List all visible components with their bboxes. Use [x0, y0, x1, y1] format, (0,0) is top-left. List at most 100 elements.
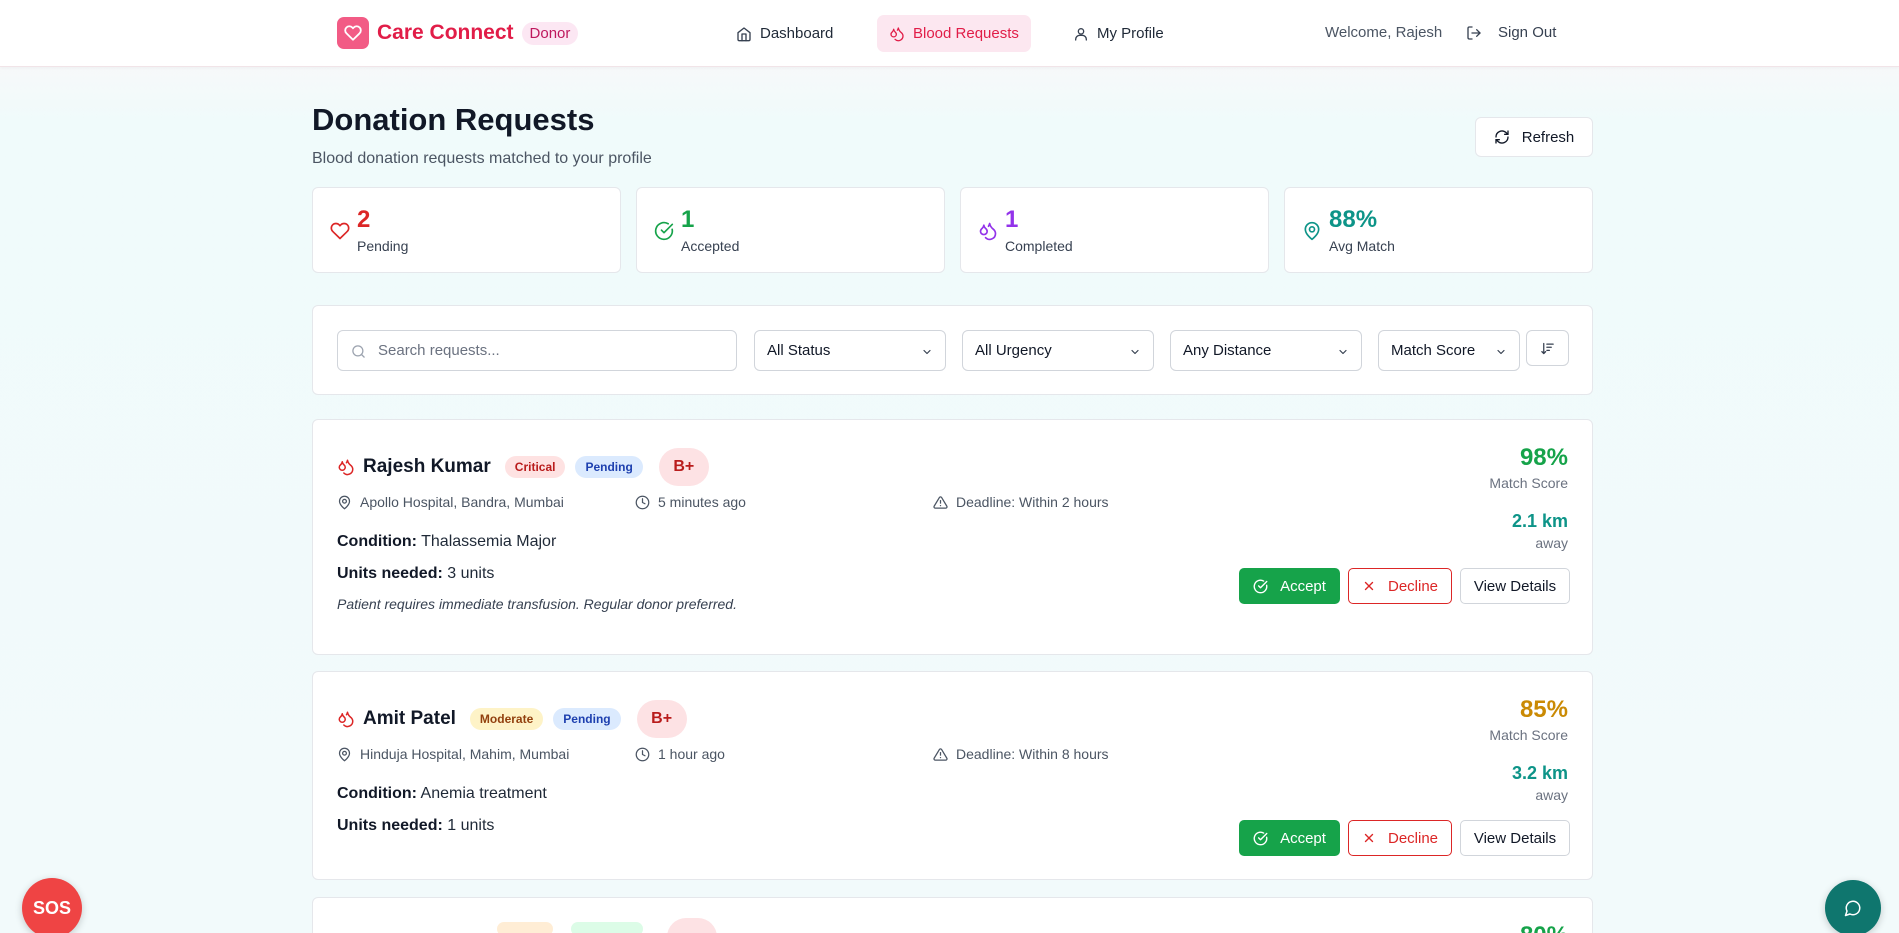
distance-label: away — [1535, 535, 1568, 551]
welcome-text: Welcome, Rajesh — [1325, 24, 1443, 41]
deadline: Deadline: Within 2 hours — [933, 494, 1109, 510]
accept-button[interactable]: Accept — [1239, 820, 1340, 856]
decline-label: Decline — [1387, 577, 1439, 595]
request-card: 80% — [312, 897, 1593, 933]
blood-group-badge: B+ — [636, 700, 687, 738]
refresh-button[interactable]: Refresh — [1475, 117, 1593, 157]
droplets-icon — [338, 459, 354, 476]
time-posted: 1 hour ago — [635, 746, 725, 762]
condition-value: Thalassemia Major — [421, 533, 557, 550]
stat-label: Pending — [357, 238, 409, 254]
chevron-down-icon — [923, 349, 931, 355]
units-needed: Units needed: 1 units — [337, 817, 494, 835]
user-icon — [1075, 27, 1087, 41]
heart-icon — [330, 222, 350, 240]
blood-group-badge — [667, 918, 717, 933]
chat-bubble-icon — [1844, 900, 1861, 917]
home-icon — [737, 26, 751, 41]
view-details-button[interactable]: View Details — [1460, 820, 1570, 856]
alert-triangle-icon — [933, 495, 948, 509]
stat-label: Completed — [1005, 238, 1073, 254]
droplets-icon — [979, 222, 997, 241]
urgency-select-value: All Urgency — [975, 342, 1052, 359]
heart-logo-icon — [337, 17, 369, 49]
decline-button[interactable]: Decline — [1348, 820, 1452, 856]
accept-button[interactable]: Accept — [1239, 568, 1340, 604]
sign-out-button[interactable]: Sign Out — [1466, 24, 1556, 41]
stat-value: 1 — [1005, 206, 1019, 233]
nav-label: Dashboard — [760, 25, 834, 42]
match-score: 80% — [1520, 922, 1568, 933]
urgency-badge: Moderate — [469, 708, 544, 730]
droplet-icon — [890, 26, 904, 41]
view-details-label: View Details — [1473, 829, 1557, 847]
page-title: Donation Requests — [312, 102, 595, 137]
clock-icon — [635, 747, 650, 761]
request-header: Amit Patel Moderate Pending B+ — [337, 700, 687, 738]
units-label: Units needed: — [337, 817, 443, 834]
chat-button[interactable] — [1825, 880, 1881, 933]
droplets-icon — [338, 711, 354, 728]
condition: Condition: Anemia treatment — [337, 785, 547, 803]
stat-label: Accepted — [681, 238, 740, 254]
status-select[interactable]: All Status — [754, 330, 946, 371]
refresh-icon — [1495, 130, 1509, 144]
check-circle-icon — [654, 221, 674, 241]
sign-out-label: Sign Out — [1498, 24, 1557, 41]
refresh-label: Refresh — [1521, 128, 1575, 146]
decline-button[interactable]: Decline — [1348, 568, 1452, 604]
accept-label: Accept — [1280, 577, 1326, 595]
check-circle-icon — [1253, 579, 1268, 593]
chevron-down-icon — [1497, 349, 1505, 355]
match-score: 98% Match Score — [1489, 444, 1568, 491]
request-card: Rajesh Kumar Critical Pending B+ Apollo … — [312, 419, 1593, 655]
distance-select-value: Any Distance — [1183, 342, 1272, 359]
time-posted: 5 minutes ago — [635, 494, 746, 510]
nav-dashboard[interactable]: Dashboard — [724, 15, 845, 52]
map-pin-icon — [1304, 221, 1320, 241]
status-select-value: All Status — [767, 342, 831, 359]
units-value: 3 units — [447, 565, 495, 582]
sos-button[interactable]: SOS — [22, 878, 82, 933]
nav-blood-requests[interactable]: Blood Requests — [877, 15, 1031, 52]
stat-card-pending: 2 Pending — [312, 187, 621, 273]
decline-label: Decline — [1387, 829, 1439, 847]
location: Hinduja Hospital, Mahim, Mumbai — [337, 746, 569, 762]
sort-select-value: Match Score — [1391, 342, 1476, 359]
stat-card-avg-match: 88% Avg Match — [1284, 187, 1593, 273]
brand-name: Care Connect — [377, 21, 514, 44]
close-icon — [1364, 833, 1374, 843]
view-details-button[interactable]: View Details — [1460, 568, 1570, 604]
chevron-down-icon — [1339, 349, 1347, 355]
match-score-label: Match Score — [1489, 727, 1568, 743]
units-value: 1 units — [447, 817, 495, 834]
match-score-value: 80% — [1520, 922, 1568, 933]
patient-name: Rajesh Kumar — [363, 456, 491, 477]
location-text: Apollo Hospital, Bandra, Mumbai — [360, 494, 564, 510]
sort-direction-button[interactable] — [1526, 330, 1569, 366]
urgency-badge: Critical — [504, 456, 566, 478]
role-badge: Donor — [521, 21, 579, 45]
distance-select[interactable]: Any Distance — [1170, 330, 1362, 371]
stat-value: 1 — [681, 206, 695, 233]
time-text: 1 hour ago — [658, 746, 725, 762]
urgency-select[interactable]: All Urgency — [962, 330, 1154, 371]
accept-label: Accept — [1280, 829, 1326, 847]
map-pin-icon — [338, 747, 351, 761]
nav-my-profile[interactable]: My Profile — [1061, 15, 1176, 52]
match-score-value: 85% — [1519, 696, 1568, 723]
nav-label: My Profile — [1097, 25, 1164, 42]
condition-label: Condition: — [337, 533, 417, 550]
filter-bar: All Status All Urgency Any Distance Matc… — [312, 305, 1593, 395]
top-navbar: Care Connect Donor Dashboard Blood Reque… — [0, 0, 1899, 67]
match-score-label: Match Score — [1489, 475, 1568, 491]
sort-select[interactable]: Match Score — [1378, 330, 1520, 371]
deadline-text: Deadline: Within 2 hours — [956, 494, 1109, 510]
brand[interactable]: Care Connect Donor — [337, 17, 579, 49]
search-input[interactable] — [378, 331, 728, 370]
distance-label: away — [1535, 787, 1568, 803]
stat-value: 88% — [1329, 206, 1378, 233]
check-circle-icon — [1253, 831, 1268, 845]
blood-group-badge: B+ — [658, 448, 709, 486]
deadline-text: Deadline: Within 8 hours — [956, 746, 1109, 762]
